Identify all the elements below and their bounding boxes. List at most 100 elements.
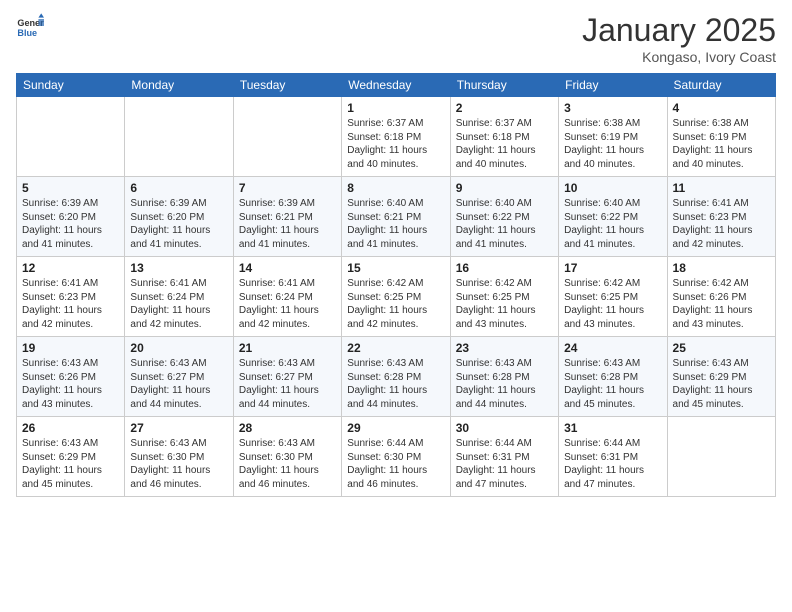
sunset-text: Sunset: 6:18 PM	[456, 131, 553, 145]
col-thursday: Thursday	[450, 74, 558, 97]
daylight-text: Daylight: 11 hours and 41 minutes.	[564, 224, 661, 251]
day-info: Sunrise: 6:39 AMSunset: 6:20 PMDaylight:…	[130, 197, 227, 251]
day-number: 23	[456, 341, 553, 355]
day-number: 15	[347, 261, 444, 275]
day-info: Sunrise: 6:40 AMSunset: 6:22 PMDaylight:…	[564, 197, 661, 251]
daylight-text: Daylight: 11 hours and 42 minutes.	[673, 224, 770, 251]
sunset-text: Sunset: 6:23 PM	[673, 211, 770, 225]
table-row: 31Sunrise: 6:44 AMSunset: 6:31 PMDayligh…	[559, 417, 667, 497]
table-row: 2 Sunrise: 6:37 AMSunset: 6:18 PMDaylight…	[450, 97, 558, 177]
table-row: 14Sunrise: 6:41 AMSunset: 6:24 PMDayligh…	[233, 257, 341, 337]
day-info: Sunrise: 6:43 AMSunset: 6:30 PMDaylight:…	[130, 437, 227, 491]
day-info: Sunrise: 6:43 AMSunset: 6:26 PMDaylight:…	[22, 357, 119, 411]
daylight-text: Daylight: 11 hours and 40 minutes.	[673, 144, 770, 171]
table-row: 6Sunrise: 6:39 AMSunset: 6:20 PMDaylight…	[125, 177, 233, 257]
table-row: 4 Sunrise: 6:38 AMSunset: 6:19 PMDaylight…	[667, 97, 775, 177]
table-row: 23Sunrise: 6:43 AMSunset: 6:28 PMDayligh…	[450, 337, 558, 417]
sunrise-text: Sunrise: 6:41 AM	[673, 197, 770, 211]
sunrise-text: Sunrise: 6:40 AM	[347, 197, 444, 211]
sunrise-text: Sunrise: 6:44 AM	[456, 437, 553, 451]
daylight-text: Daylight: 11 hours and 46 minutes.	[347, 464, 444, 491]
sunset-text: Sunset: 6:21 PM	[347, 211, 444, 225]
day-info: Sunrise: 6:42 AMSunset: 6:25 PMDaylight:…	[564, 277, 661, 331]
table-row	[667, 417, 775, 497]
sunset-text: Sunset: 6:30 PM	[130, 451, 227, 465]
day-number: 8	[347, 181, 444, 195]
title-block: January 2025 Kongaso, Ivory Coast	[582, 12, 776, 65]
sunset-text: Sunset: 6:23 PM	[22, 291, 119, 305]
sunset-text: Sunset: 6:20 PM	[22, 211, 119, 225]
day-info: Sunrise: 6:38 AMSunset: 6:19 PMDaylight:…	[673, 117, 770, 171]
day-number: 13	[130, 261, 227, 275]
table-row: 15 Sunrise: 6:42 AMSunset: 6:25 PMDayligh…	[342, 257, 450, 337]
sunset-text: Sunset: 6:30 PM	[347, 451, 444, 465]
daylight-text: Daylight: 11 hours and 40 minutes.	[564, 144, 661, 171]
logo: General Blue	[16, 12, 44, 40]
day-info: Sunrise: 6:42 AMSunset: 6:25 PMDaylight:…	[347, 277, 444, 331]
sunset-text: Sunset: 6:28 PM	[564, 371, 661, 385]
day-info: Sunrise: 6:43 AMSunset: 6:29 PMDaylight:…	[673, 357, 770, 411]
sunrise-text: Sunrise: 6:43 AM	[130, 437, 227, 451]
sunrise-text: Sunrise: 6:38 AM	[673, 117, 770, 131]
day-info: Sunrise: 6:40 AMSunset: 6:22 PMDaylight:…	[456, 197, 553, 251]
table-row: 29Sunrise: 6:44 AMSunset: 6:30 PMDayligh…	[342, 417, 450, 497]
sunrise-text: Sunrise: 6:39 AM	[239, 197, 336, 211]
day-number: 16	[456, 261, 553, 275]
daylight-text: Daylight: 11 hours and 43 minutes.	[456, 304, 553, 331]
sunset-text: Sunset: 6:31 PM	[456, 451, 553, 465]
daylight-text: Daylight: 11 hours and 46 minutes.	[239, 464, 336, 491]
sunrise-text: Sunrise: 6:38 AM	[564, 117, 661, 131]
sunset-text: Sunset: 6:22 PM	[456, 211, 553, 225]
day-number: 19	[22, 341, 119, 355]
daylight-text: Daylight: 11 hours and 41 minutes.	[130, 224, 227, 251]
daylight-text: Daylight: 11 hours and 42 minutes.	[347, 304, 444, 331]
day-info: Sunrise: 6:43 AMSunset: 6:30 PMDaylight:…	[239, 437, 336, 491]
calendar-title: January 2025	[582, 12, 776, 49]
day-number: 11	[673, 181, 770, 195]
day-number: 2	[456, 101, 553, 115]
table-row: 28Sunrise: 6:43 AMSunset: 6:30 PMDayligh…	[233, 417, 341, 497]
day-number: 18	[673, 261, 770, 275]
day-info: Sunrise: 6:37 AMSunset: 6:18 PMDaylight:…	[347, 117, 444, 171]
day-info: Sunrise: 6:43 AMSunset: 6:28 PMDaylight:…	[347, 357, 444, 411]
day-number: 17	[564, 261, 661, 275]
day-number: 4	[673, 101, 770, 115]
day-number: 26	[22, 421, 119, 435]
sunrise-text: Sunrise: 6:42 AM	[564, 277, 661, 291]
day-info: Sunrise: 6:44 AMSunset: 6:31 PMDaylight:…	[456, 437, 553, 491]
day-number: 30	[456, 421, 553, 435]
table-row: 3Sunrise: 6:38 AMSunset: 6:19 PMDaylight…	[559, 97, 667, 177]
day-info: Sunrise: 6:43 AMSunset: 6:29 PMDaylight:…	[22, 437, 119, 491]
logo-icon: General Blue	[16, 12, 44, 40]
day-info: Sunrise: 6:44 AMSunset: 6:31 PMDaylight:…	[564, 437, 661, 491]
sunrise-text: Sunrise: 6:43 AM	[22, 437, 119, 451]
table-row: 8Sunrise: 6:40 AMSunset: 6:21 PMDaylight…	[342, 177, 450, 257]
table-row	[233, 97, 341, 177]
day-info: Sunrise: 6:41 AMSunset: 6:23 PMDaylight:…	[22, 277, 119, 331]
sunrise-text: Sunrise: 6:37 AM	[456, 117, 553, 131]
table-row: 12Sunrise: 6:41 AMSunset: 6:23 PMDayligh…	[17, 257, 125, 337]
day-number: 3	[564, 101, 661, 115]
sunrise-text: Sunrise: 6:44 AM	[347, 437, 444, 451]
table-row: 16Sunrise: 6:42 AMSunset: 6:25 PMDayligh…	[450, 257, 558, 337]
calendar-location: Kongaso, Ivory Coast	[582, 49, 776, 65]
table-row: 1Sunrise: 6:37 AMSunset: 6:18 PMDaylight…	[342, 97, 450, 177]
day-info: Sunrise: 6:41 AMSunset: 6:23 PMDaylight:…	[673, 197, 770, 251]
sunset-text: Sunset: 6:20 PM	[130, 211, 227, 225]
sunrise-text: Sunrise: 6:43 AM	[22, 357, 119, 371]
daylight-text: Daylight: 11 hours and 40 minutes.	[456, 144, 553, 171]
table-row: 5Sunrise: 6:39 AMSunset: 6:20 PMDaylight…	[17, 177, 125, 257]
sunrise-text: Sunrise: 6:43 AM	[347, 357, 444, 371]
table-row: 26 Sunrise: 6:43 AMSunset: 6:29 PMDayligh…	[17, 417, 125, 497]
sunset-text: Sunset: 6:27 PM	[130, 371, 227, 385]
day-number: 25	[673, 341, 770, 355]
page-container: General Blue January 2025 Kongaso, Ivory…	[0, 0, 792, 505]
col-monday: Monday	[125, 74, 233, 97]
day-info: Sunrise: 6:39 AMSunset: 6:20 PMDaylight:…	[22, 197, 119, 251]
sunset-text: Sunset: 6:25 PM	[347, 291, 444, 305]
sunrise-text: Sunrise: 6:40 AM	[564, 197, 661, 211]
table-row: 7Sunrise: 6:39 AMSunset: 6:21 PMDaylight…	[233, 177, 341, 257]
sunrise-text: Sunrise: 6:37 AM	[347, 117, 444, 131]
day-number: 27	[130, 421, 227, 435]
col-saturday: Saturday	[667, 74, 775, 97]
